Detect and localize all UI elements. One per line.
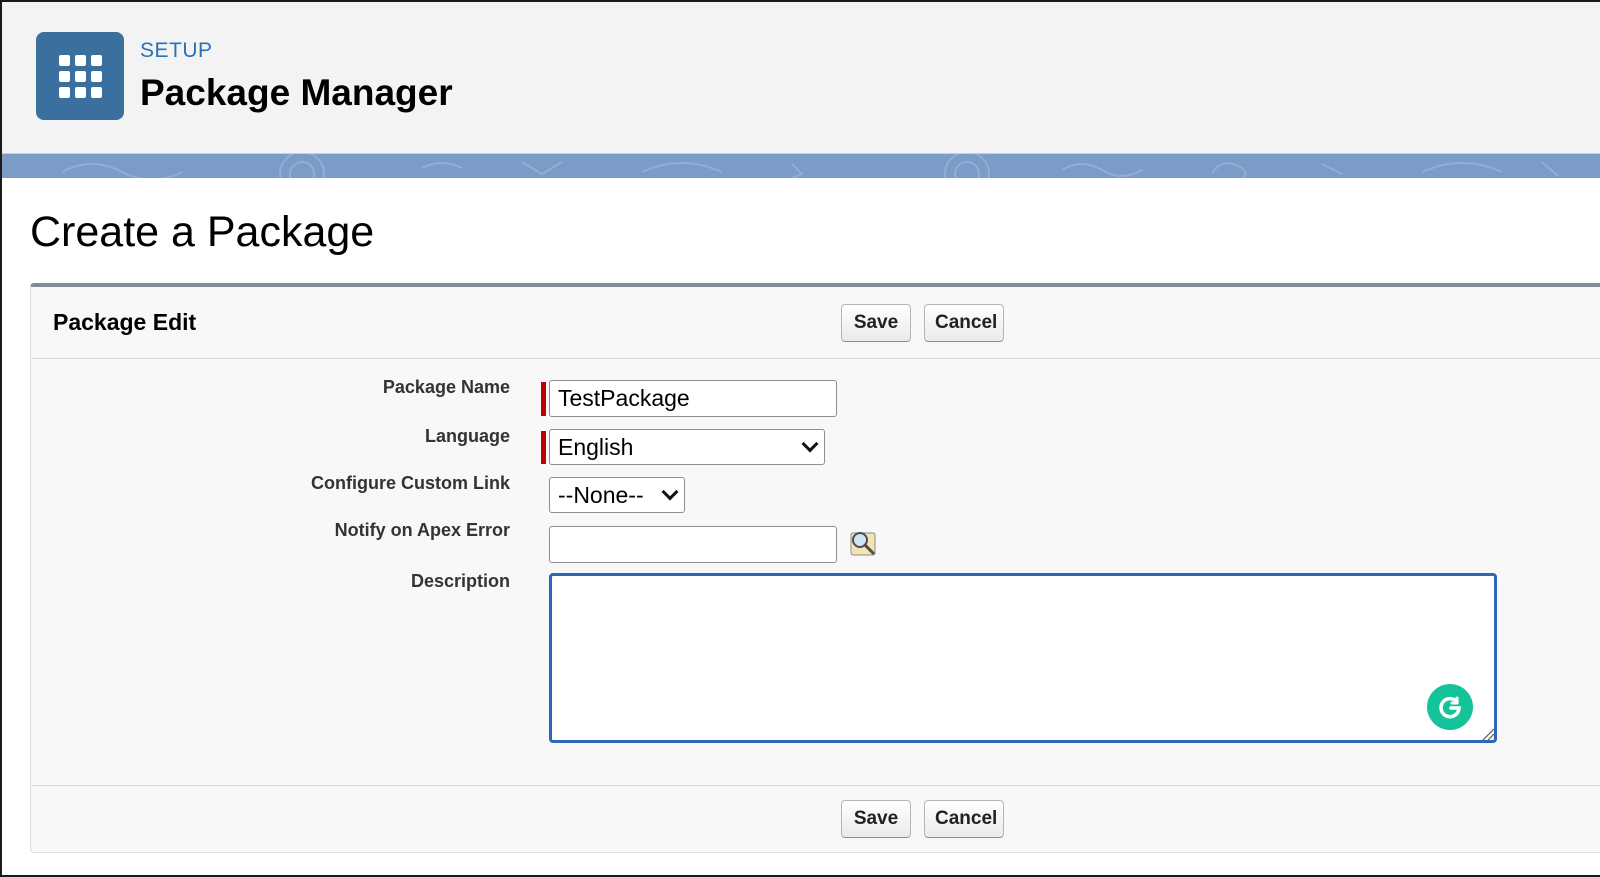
main-content: Create a Package Package Edit Save Cance… <box>2 178 1600 875</box>
decorative-band <box>2 154 1600 178</box>
language-select[interactable]: English <box>549 429 825 465</box>
setup-header: SETUP Package Manager <box>2 2 1600 154</box>
header-eyebrow: SETUP <box>140 39 213 62</box>
save-button[interactable]: Save <box>841 800 911 838</box>
chevron-down-icon <box>661 483 679 501</box>
description-label: Description <box>410 571 510 591</box>
resize-grip-icon[interactable] <box>1481 727 1495 741</box>
language-label: Language <box>424 426 510 446</box>
grammarly-g-glyph <box>1439 696 1461 719</box>
panel-header: Package Edit Save Cancel <box>31 287 1600 359</box>
cancel-button[interactable]: Cancel <box>924 304 1004 342</box>
custom-link-label: Configure Custom Link <box>311 473 510 493</box>
package-name-field[interactable] <box>549 380 837 417</box>
custom-link-selected-value: --None-- <box>558 481 644 508</box>
apex-error-label: Notify on Apex Error <box>334 520 510 540</box>
apex-error-field[interactable] <box>549 526 837 563</box>
app-launcher-grid-icon[interactable] <box>36 32 124 120</box>
custom-link-select[interactable]: --None-- <box>549 477 685 513</box>
page-title: Create a Package <box>30 208 375 256</box>
panel-title: Package Edit <box>53 309 197 335</box>
package-name-label: Package Name <box>382 377 510 397</box>
chevron-down-icon <box>801 435 819 453</box>
panel-footer-divider <box>31 785 1600 786</box>
header-title: Package Manager <box>140 72 453 113</box>
band-pattern <box>61 154 1559 178</box>
required-marker <box>541 382 546 416</box>
window-frame: SETUP Package Manager Create a Package P… <box>0 0 1600 877</box>
description-textarea[interactable] <box>549 573 1497 743</box>
package-edit-panel: Package Edit Save Cancel Package Name La… <box>30 283 1600 853</box>
required-marker <box>541 431 546 464</box>
language-selected-value: English <box>558 433 634 460</box>
grammarly-icon[interactable] <box>1427 684 1473 730</box>
cancel-button[interactable]: Cancel <box>924 800 1004 838</box>
grid-dots <box>58 54 102 98</box>
save-button[interactable]: Save <box>841 304 911 342</box>
lookup-magnifier-icon[interactable] <box>847 527 879 559</box>
